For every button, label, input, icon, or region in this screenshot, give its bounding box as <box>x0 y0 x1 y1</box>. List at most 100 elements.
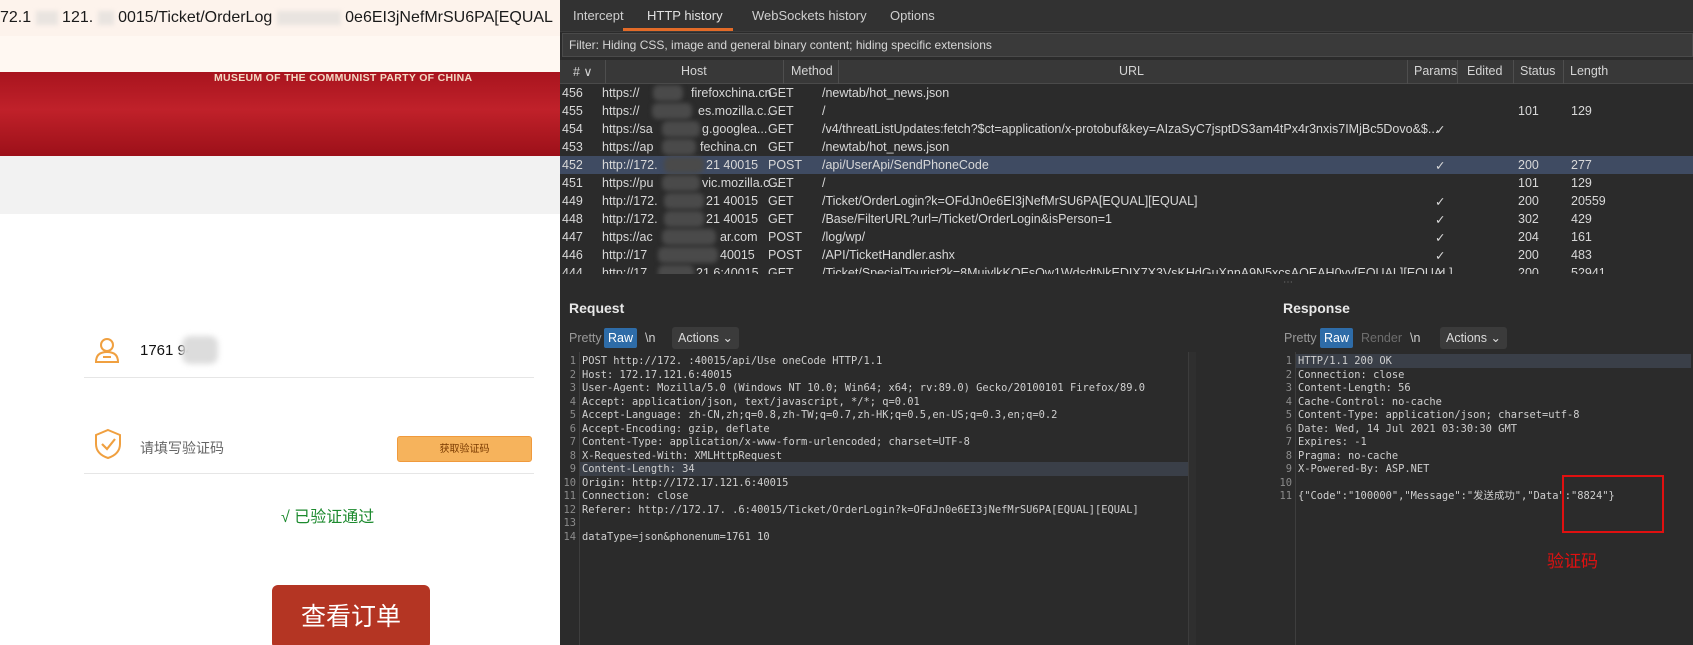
line-number: 10 <box>563 476 576 489</box>
tab-intercept[interactable]: Intercept <box>573 8 624 23</box>
line-number: 5 <box>1285 409 1292 421</box>
verification-code-annotation: 验证码 <box>1547 552 1598 571</box>
line-number: 2 <box>1285 368 1292 381</box>
request-tab-pretty[interactable]: Pretty <box>565 328 606 348</box>
line-number: 12 <box>563 503 576 516</box>
table-row[interactable]: 444 http://17 21.6:40015 GET /Ticket/Spe… <box>560 264 1693 274</box>
code-placeholder: 请填写验证码 <box>140 440 224 456</box>
verification-code-field[interactable]: 请填写验证码 获取验证码 <box>84 424 534 474</box>
table-row[interactable]: 456 https:// firefoxchina.cn GET /newtab… <box>560 84 1693 102</box>
browser-page: 72.1 121. 0015/Ticket/OrderLog 0e6EI3jNe… <box>0 0 560 645</box>
line-number: 4 <box>569 395 576 408</box>
banner-top-strip <box>0 36 560 72</box>
table-row[interactable]: 454 https://sa g.googlea... GET /v4/thre… <box>560 120 1693 138</box>
history-table-body: 456 https:// firefoxchina.cn GET /newtab… <box>560 84 1693 274</box>
line-number: 8 <box>1285 449 1292 462</box>
col-status[interactable]: Status <box>1520 64 1555 78</box>
code-line: Accept-Encoding: gzip, deflate <box>582 422 770 435</box>
phone-field[interactable]: 1761 9440 <box>84 330 534 378</box>
table-row[interactable]: 449 http://172. 21 40015 GET /Ticket/Ord… <box>560 192 1693 210</box>
line-number: 6 <box>1285 422 1292 435</box>
verification-code-highlight-box <box>1562 475 1664 533</box>
line-number: 8 <box>569 449 576 462</box>
table-row[interactable]: 453 https://ap fechina.cn GET /newtab/ho… <box>560 138 1693 156</box>
code-line: Accept-Language: zh-CN,zh;q=0.8,zh-TW;q=… <box>582 409 1058 421</box>
response-tab-newline[interactable]: \n <box>1406 328 1424 348</box>
response-tab-raw[interactable]: Raw <box>1320 328 1354 348</box>
code-line: Content-Length: 56 <box>1298 382 1411 394</box>
filter-bar[interactable]: Filter: Hiding CSS, image and general bi… <box>562 33 1693 57</box>
line-number: 2 <box>569 368 576 381</box>
table-row[interactable]: 447 https://ac ar.com POST /log/wp/ ✓ 20… <box>560 228 1693 246</box>
code-line: Content-Type: application/x-www-form-url… <box>582 436 970 448</box>
url-text-part2: 121. <box>62 9 94 26</box>
table-row-selected[interactable]: 452 http://172. 21 40015 POST /api/UserA… <box>560 156 1693 174</box>
col-url[interactable]: URL <box>1119 64 1144 78</box>
line-number: 1 <box>569 355 576 367</box>
code-line: Content-Type: application/json; charset=… <box>1298 409 1580 421</box>
shield-check-icon <box>95 428 121 460</box>
table-row[interactable]: 446 http://17 40015 POST /API/TicketHand… <box>560 246 1693 264</box>
response-line-numbers: 1 2 3 4 5 6 7 8 9 10 11 <box>1276 352 1296 645</box>
request-title: Request <box>569 300 625 316</box>
request-response-splitter[interactable] <box>1188 352 1196 645</box>
code-line: POST http://172. :40015/api/Use oneCode … <box>582 355 883 367</box>
museum-name: MUSEUM OF THE COMMUNIST PARTY OF CHINA <box>214 72 473 84</box>
response-title: Response <box>1283 300 1350 316</box>
history-table-header: # ∨ Host Method URL Params Edited Status… <box>560 60 1693 84</box>
col-length[interactable]: Length <box>1570 64 1608 78</box>
line-number: 14 <box>563 530 576 543</box>
line-number: 13 <box>563 517 576 529</box>
line-number: 7 <box>1285 436 1292 448</box>
code-line: X-Powered-By: ASP.NET <box>1298 463 1430 475</box>
line-number: 4 <box>1285 395 1292 408</box>
line-number: 3 <box>1285 382 1292 394</box>
request-tab-raw[interactable]: Raw <box>604 328 638 348</box>
request-tab-newline[interactable]: \n <box>641 328 659 348</box>
line-number: 7 <box>569 436 576 448</box>
line-number: 5 <box>569 409 576 421</box>
code-line: Origin: http://172.17.121.6:40015 <box>582 476 789 489</box>
tab-options[interactable]: Options <box>890 8 935 23</box>
address-bar[interactable]: 72.1 121. 0015/Ticket/OrderLog 0e6EI3jNe… <box>0 0 560 36</box>
view-order-button[interactable]: 查看订单 <box>272 585 430 645</box>
request-actions-dropdown[interactable]: Actions ⌄ <box>672 327 739 349</box>
code-line: Connection: close <box>1298 368 1405 381</box>
code-line: Pragma: no-cache <box>1298 449 1399 462</box>
tab-websockets-history[interactable]: WebSockets history <box>752 8 867 23</box>
response-tab-pretty[interactable]: Pretty <box>1280 328 1321 348</box>
line-number: 6 <box>569 422 576 435</box>
pane-resize-grip[interactable]: ⋯ <box>1283 277 1293 288</box>
table-row[interactable]: 455 https:// es.mozilla.c... GET / 101 1… <box>560 102 1693 120</box>
proxy-tabs: Intercept HTTP history WebSockets histor… <box>560 0 1693 32</box>
code-line: dataType=json&phonenum=1761 10 <box>582 530 770 543</box>
response-tab-render[interactable]: Render <box>1357 328 1406 348</box>
col-edited[interactable]: Edited <box>1467 64 1502 78</box>
table-row[interactable]: 448 http://172. 21 40015 GET /Base/Filte… <box>560 210 1693 228</box>
request-editor[interactable]: 1 2 3 4 5 6 7 8 9 10 11 12 13 14 POST http://172. :40… <box>560 352 1190 645</box>
code-line: Date: Wed, 14 Jul 2021 03:30:30 GMT <box>1298 422 1517 435</box>
line-number: 11 <box>1279 490 1292 502</box>
col-params[interactable]: Params <box>1414 64 1457 78</box>
col-number[interactable]: # ∨ <box>573 64 593 79</box>
code-line: Content-Length: 34 <box>580 462 1188 476</box>
get-code-button[interactable]: 获取验证码 <box>397 436 532 462</box>
line-number: 10 <box>1279 476 1292 489</box>
request-line-numbers: 1 2 3 4 5 6 7 8 9 10 11 12 13 14 <box>560 352 580 645</box>
tab-http-history[interactable]: HTTP history <box>647 8 723 23</box>
table-row[interactable]: 451 https://pu vic.mozilla.c... GET / 10… <box>560 174 1693 192</box>
phone-mask <box>182 336 218 364</box>
response-actions-dropdown[interactable]: Actions ⌄ <box>1440 327 1507 349</box>
code-line: User-Agent: Mozilla/5.0 (Windows NT 10.0… <box>582 382 1146 394</box>
user-icon <box>94 338 120 363</box>
code-line: Connection: close <box>582 490 689 502</box>
url-text-end: 0e6EI3jNefMrSU6PA[EQUAL <box>345 9 553 26</box>
verified-status: √ 已验证通过 <box>281 509 375 526</box>
code-line: Host: 172.17.121.6:40015 <box>582 368 733 381</box>
code-line: Cache-Control: no-cache <box>1298 395 1442 408</box>
code-line: Accept: application/json, text/javascrip… <box>582 395 920 408</box>
col-host[interactable]: Host <box>681 64 707 78</box>
table-bottom-edge <box>560 274 1693 282</box>
col-method[interactable]: Method <box>791 64 833 78</box>
